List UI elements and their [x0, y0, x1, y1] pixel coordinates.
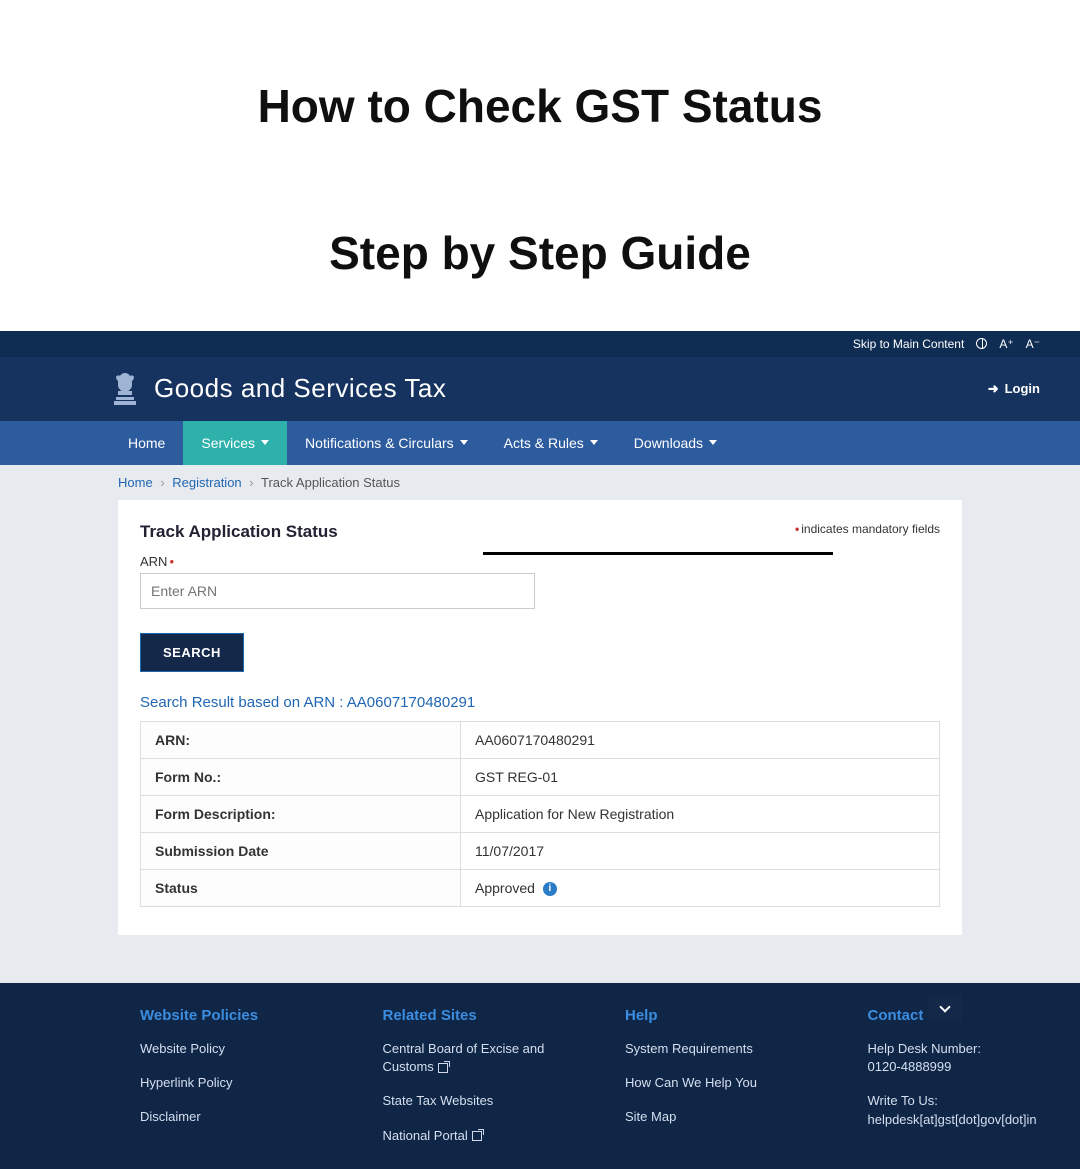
skip-to-main-link[interactable]: Skip to Main Content [853, 337, 964, 351]
track-status-panel: Track Application Status •indicates mand… [118, 500, 962, 935]
nav-services[interactable]: Services [183, 421, 287, 465]
overlay-title: How to Check GST Status Step by Step Gui… [0, 0, 1080, 331]
cell-value: GST REG-01 [461, 758, 940, 795]
breadcrumb-current: Track Application Status [261, 475, 400, 490]
footer-link[interactable]: Central Board of Excise and Customs [383, 1040, 566, 1076]
font-increase-button[interactable]: A⁺ [999, 337, 1013, 351]
main-nav: Home Services Notifications & Circulars … [0, 421, 1080, 465]
arn-input[interactable] [140, 573, 535, 609]
overlay-title-line1: How to Check GST Status [258, 80, 823, 132]
cell-label: Form No.: [141, 758, 461, 795]
login-arrow-icon: ➜ [988, 381, 999, 397]
footer-link[interactable]: How Can We Help You [625, 1074, 808, 1092]
nav-home[interactable]: Home [110, 421, 183, 465]
cell-label: Form Description: [141, 795, 461, 832]
arn-label: ARN• [140, 554, 940, 569]
nav-notifications-label: Notifications & Circulars [305, 435, 454, 451]
panel-title: Track Application Status [140, 522, 338, 542]
info-icon[interactable]: i [543, 882, 557, 896]
breadcrumb-sep: › [160, 475, 164, 490]
nav-services-label: Services [201, 435, 255, 451]
breadcrumb-registration[interactable]: Registration [172, 475, 241, 490]
footer-text: Help Desk Number: 0120-4888999 [868, 1040, 1051, 1076]
table-row: Form No.:GST REG-01 [141, 758, 940, 795]
font-decrease-button[interactable]: A⁻ [1026, 337, 1040, 351]
cell-value: Application for New Registration [461, 795, 940, 832]
nav-acts-rules-label: Acts & Rules [504, 435, 584, 451]
cell-label: Submission Date [141, 832, 461, 869]
brand: Goods and Services Tax [110, 371, 446, 407]
login-label: Login [1005, 381, 1040, 396]
footer-heading: Help [625, 1007, 808, 1024]
footer-link[interactable]: Site Map [625, 1108, 808, 1126]
nav-downloads-label: Downloads [634, 435, 703, 451]
footer-text: Write To Us: helpdesk[at]gst[dot]gov[dot… [868, 1092, 1051, 1128]
table-row: Form Description:Application for New Reg… [141, 795, 940, 832]
footer-col-related: Related Sites Central Board of Excise an… [353, 1007, 596, 1161]
nav-notifications[interactable]: Notifications & Circulars [287, 421, 486, 465]
footer-link[interactable]: Disclaimer [140, 1108, 323, 1126]
footer-link[interactable]: National Portal [383, 1127, 566, 1145]
breadcrumb-sep: › [249, 475, 253, 490]
result-heading: Search Result based on ARN : AA060717048… [140, 694, 940, 711]
cell-label: ARN: [141, 721, 461, 758]
govt-emblem-icon [110, 371, 140, 407]
footer-col-contact: Contact Us Help Desk Number: 0120-488899… [838, 1007, 1080, 1161]
external-link-icon [472, 1131, 482, 1141]
footer-heading: Website Policies [140, 1007, 323, 1024]
footer-col-policies: Website Policies Website Policy Hyperlin… [0, 1007, 353, 1161]
table-row: ARN:AA0607170480291 [141, 721, 940, 758]
underline-decor [483, 552, 833, 555]
footer: Website Policies Website Policy Hyperlin… [0, 983, 1080, 1169]
caret-down-icon [261, 440, 269, 445]
caret-down-icon [709, 440, 717, 445]
footer-col-help: Help System Requirements How Can We Help… [595, 1007, 838, 1161]
brand-title: Goods and Services Tax [154, 373, 446, 404]
footer-link[interactable]: State Tax Websites [383, 1092, 566, 1110]
utility-bar: Skip to Main Content A⁺ A⁻ [0, 331, 1080, 357]
footer-heading: Related Sites [383, 1007, 566, 1024]
table-row: StatusApproved i [141, 869, 940, 906]
search-button[interactable]: SEARCH [140, 633, 244, 672]
footer-link[interactable]: System Requirements [625, 1040, 808, 1058]
contrast-toggle-icon[interactable] [976, 338, 987, 349]
header: Goods and Services Tax ➜ Login [0, 357, 1080, 421]
caret-down-icon [590, 440, 598, 445]
nav-home-label: Home [128, 435, 165, 451]
cell-value: AA0607170480291 [461, 721, 940, 758]
nav-acts-rules[interactable]: Acts & Rules [486, 421, 616, 465]
cell-value: Approved i [461, 869, 940, 906]
breadcrumb: Home › Registration › Track Application … [0, 465, 1080, 500]
login-link[interactable]: ➜ Login [988, 381, 1040, 397]
mandatory-note: •indicates mandatory fields [795, 522, 940, 536]
cell-label: Status [141, 869, 461, 906]
breadcrumb-home[interactable]: Home [118, 475, 153, 490]
overlay-title-line2: Step by Step Guide [329, 227, 751, 279]
external-link-icon [438, 1063, 448, 1073]
table-row: Submission Date11/07/2017 [141, 832, 940, 869]
nav-downloads[interactable]: Downloads [616, 421, 735, 465]
result-table: ARN:AA0607170480291 Form No.:GST REG-01 … [140, 721, 940, 907]
footer-link[interactable]: Website Policy [140, 1040, 323, 1058]
cell-value: 11/07/2017 [461, 832, 940, 869]
footer-link[interactable]: Hyperlink Policy [140, 1074, 323, 1092]
scroll-down-button[interactable] [928, 995, 962, 1021]
caret-down-icon [460, 440, 468, 445]
chevron-down-icon [939, 1001, 950, 1012]
